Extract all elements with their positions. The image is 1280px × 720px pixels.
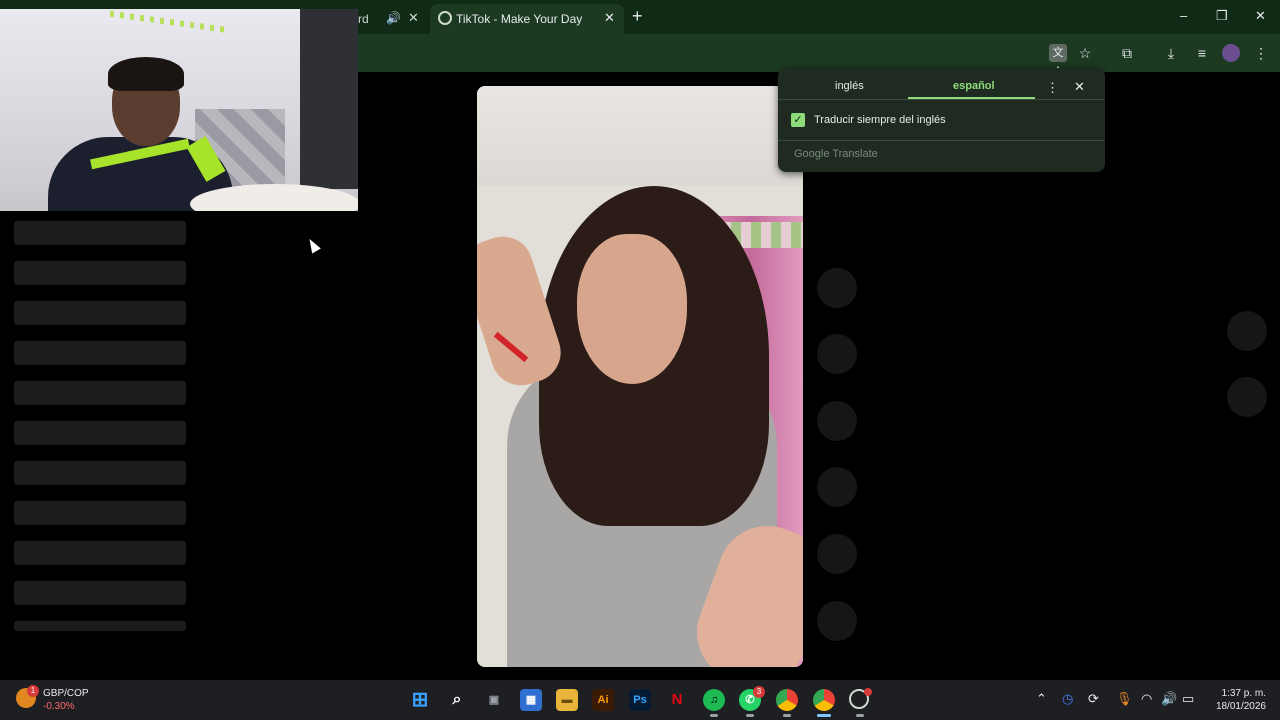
running-indicator <box>856 714 864 717</box>
active-tab-indicator <box>908 97 1035 99</box>
close-icon[interactable]: ✕ <box>408 10 419 26</box>
skeleton-item <box>14 461 186 485</box>
active-indicator <box>817 714 831 717</box>
chrome-icon[interactable] <box>776 689 798 711</box>
sync-icon[interactable]: ⟳ <box>1088 691 1099 707</box>
file-explorer-icon[interactable]: ▬ <box>556 689 578 711</box>
webcam-led-lights <box>110 10 230 34</box>
speaker-icon[interactable]: 🔊 <box>386 11 401 25</box>
chevron-up-icon[interactable]: ⌃ <box>1036 691 1047 707</box>
tab-title: TikTok - Make Your Day <box>456 12 583 26</box>
action-button-placeholder[interactable] <box>817 467 857 507</box>
skeleton-item <box>14 581 186 605</box>
video-face <box>577 234 687 384</box>
battery-icon[interactable]: ▭ <box>1182 691 1194 707</box>
window-close-button[interactable]: ✕ <box>1255 8 1266 24</box>
volume-icon[interactable]: 🔊 <box>1161 691 1177 707</box>
tiktok-favicon-icon <box>438 11 452 25</box>
action-button-placeholder[interactable] <box>817 334 857 374</box>
always-translate-checkbox[interactable]: ✓ <box>791 113 805 127</box>
new-tab-button[interactable]: + <box>632 6 643 27</box>
netflix-icon[interactable]: N <box>666 689 688 711</box>
translate-icon[interactable]: 文A <box>1049 44 1067 77</box>
running-indicator <box>710 714 718 717</box>
language-tab-target[interactable]: español <box>953 80 995 92</box>
wifi-icon[interactable]: ◠ <box>1141 691 1152 707</box>
skeleton-item <box>14 541 186 565</box>
tab-previous-title: rd <box>358 12 369 26</box>
skeleton-item <box>14 301 186 325</box>
webcam-overlay <box>0 9 358 211</box>
restore-button[interactable]: ❐ <box>1216 8 1228 24</box>
search-icon[interactable]: ⌕ <box>446 689 468 711</box>
running-indicator <box>746 714 754 717</box>
extensions-icon[interactable]: ⧉ <box>1118 44 1136 62</box>
close-icon[interactable]: ✕ <box>1074 79 1085 95</box>
always-translate-label: Traducir siempre del inglés <box>814 114 946 126</box>
video-ceiling <box>477 86 803 186</box>
video-player[interactable] <box>477 86 803 667</box>
microphone-icon[interactable]: 🎙 <box>1116 691 1133 707</box>
download-icon[interactable]: ⤓ <box>1162 44 1180 62</box>
currency-pair[interactable]: GBP/COP <box>43 688 89 699</box>
tab-divider <box>778 99 1105 100</box>
clock-date[interactable]: 18/01/2026 <box>1206 701 1266 712</box>
language-tab-source[interactable]: inglés <box>835 80 864 92</box>
whatsapp-badge: 3 <box>753 686 765 698</box>
clock-app-icon[interactable]: ◷ <box>1062 691 1073 707</box>
webcam-person-hair <box>108 57 184 91</box>
skeleton-item <box>14 501 186 525</box>
close-icon[interactable]: ✕ <box>604 10 615 26</box>
illustrator-icon[interactable]: Ai <box>592 689 614 711</box>
photoshop-icon[interactable]: Ps <box>629 689 651 711</box>
previous-video-button[interactable] <box>1227 311 1267 351</box>
store-icon[interactable]: ▦ <box>520 689 542 711</box>
spotify-icon[interactable]: ♫ <box>703 689 725 711</box>
skeleton-item <box>14 221 186 245</box>
minimize-button[interactable]: – <box>1180 8 1187 23</box>
next-video-button[interactable] <box>1227 377 1267 417</box>
chrome-active-icon[interactable] <box>813 689 835 711</box>
popup-divider <box>778 140 1105 141</box>
task-view-icon[interactable]: ▣ <box>483 689 505 711</box>
star-icon[interactable]: ☆ <box>1076 44 1094 62</box>
skeleton-item <box>14 261 186 285</box>
webcam-monitor <box>300 9 358 189</box>
windows-start-icon[interactable]: ⊞ <box>409 689 431 711</box>
reading-list-icon[interactable]: ≡ <box>1193 44 1211 62</box>
skeleton-item <box>14 421 186 445</box>
currency-change: -0.30% <box>43 701 75 712</box>
action-button-placeholder[interactable] <box>817 534 857 574</box>
skeleton-item <box>14 621 186 631</box>
clock-time[interactable]: 1:37 p. m. <box>1214 688 1266 699</box>
widget-badge: 1 <box>27 685 39 697</box>
more-menu-icon[interactable]: ⋮ <box>1252 44 1270 62</box>
running-indicator <box>783 714 791 717</box>
skeleton-item <box>14 341 186 365</box>
action-button-placeholder[interactable] <box>817 601 857 641</box>
profile-avatar-icon[interactable] <box>1222 44 1240 62</box>
skeleton-item <box>14 381 186 405</box>
google-translate-brand: Google Translate <box>794 148 878 160</box>
recording-dot-icon <box>864 688 872 696</box>
action-button-placeholder[interactable] <box>817 401 857 441</box>
tab-tiktok[interactable]: TikTok - Make Your Day ✕ <box>430 4 624 34</box>
more-options-icon[interactable]: ⋮ <box>1046 80 1059 96</box>
action-button-placeholder[interactable] <box>817 268 857 308</box>
